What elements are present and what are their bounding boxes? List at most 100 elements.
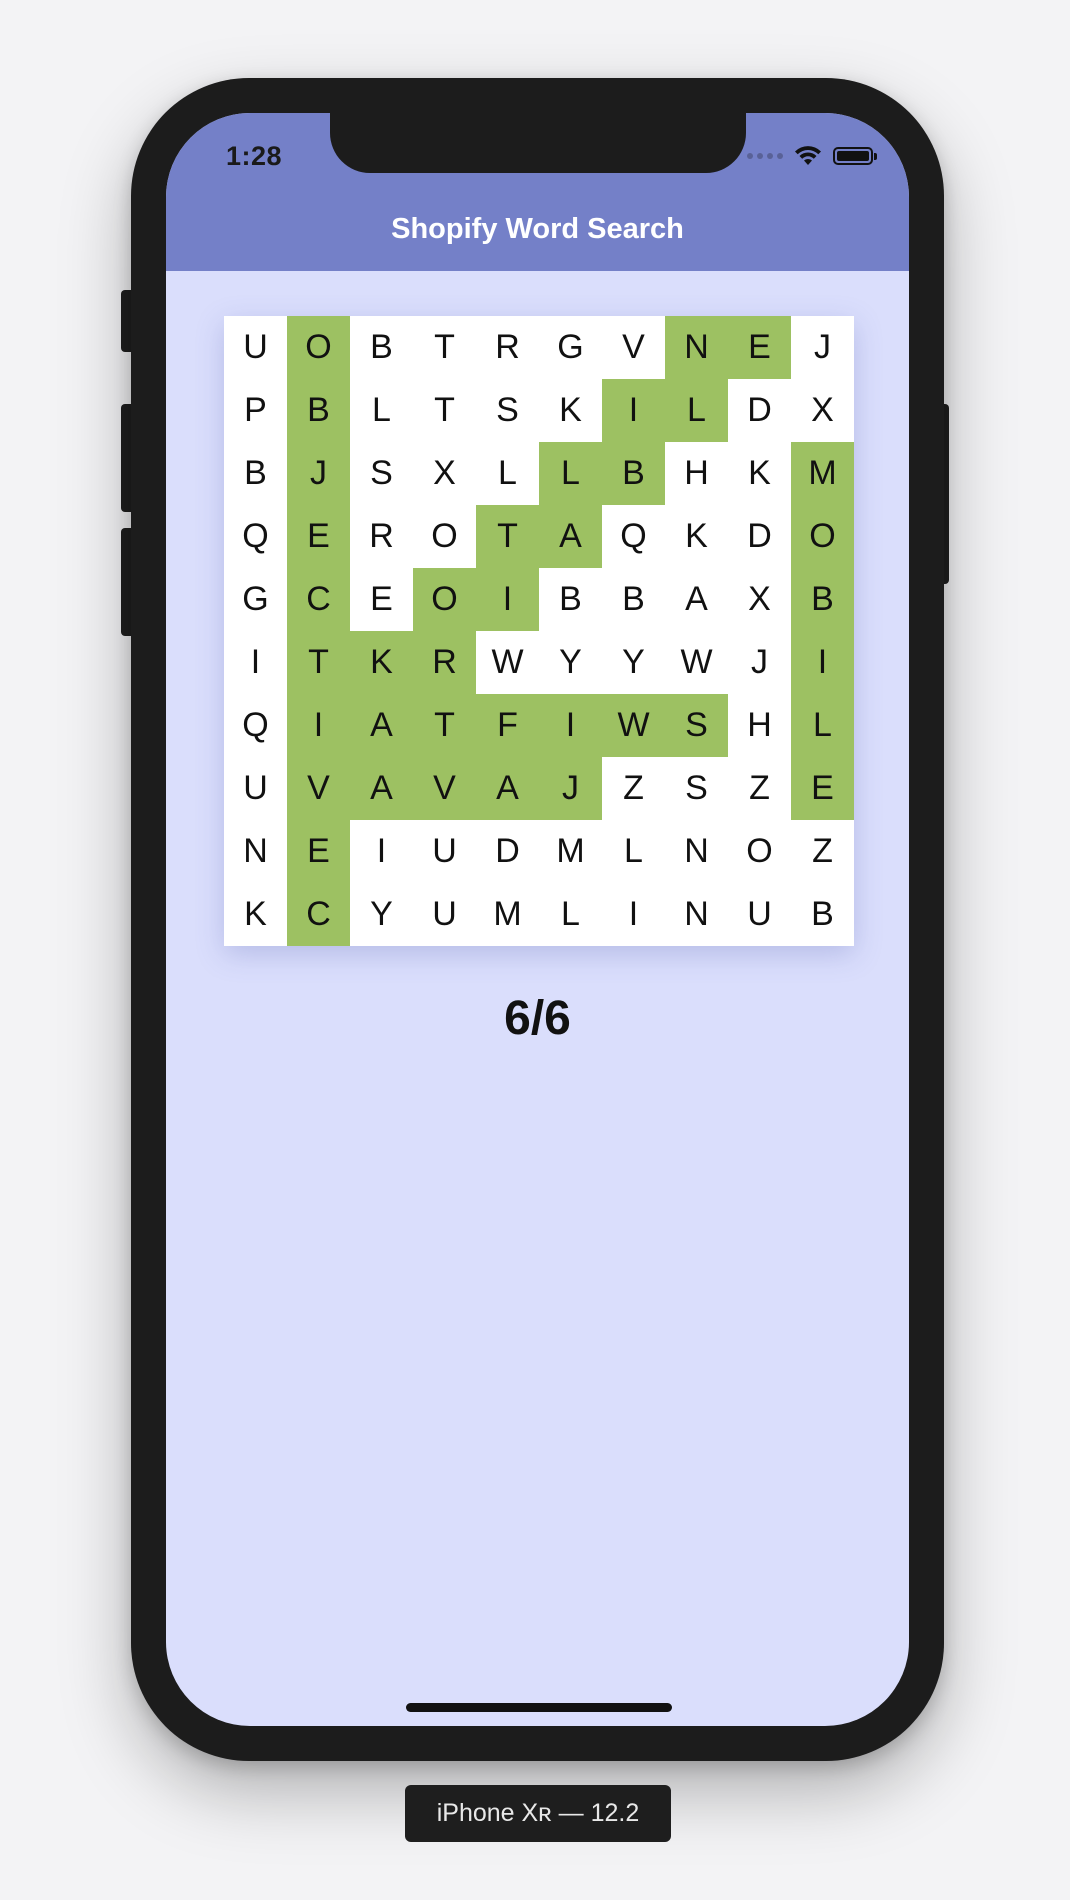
grid-cell[interactable]: S: [665, 757, 728, 820]
grid-cell[interactable]: L: [539, 442, 602, 505]
grid-cell[interactable]: Z: [791, 820, 854, 883]
grid-cell[interactable]: I: [350, 820, 413, 883]
grid-cell[interactable]: A: [350, 757, 413, 820]
grid-cell[interactable]: F: [476, 694, 539, 757]
grid-cell[interactable]: K: [539, 379, 602, 442]
grid-cell[interactable]: Y: [539, 631, 602, 694]
grid-cell[interactable]: W: [665, 631, 728, 694]
grid-cell[interactable]: X: [728, 568, 791, 631]
grid-cell[interactable]: W: [476, 631, 539, 694]
grid-cell[interactable]: O: [413, 568, 476, 631]
grid-cell[interactable]: S: [665, 694, 728, 757]
grid-cell[interactable]: W: [602, 694, 665, 757]
grid-cell[interactable]: L: [602, 820, 665, 883]
grid-cell[interactable]: K: [728, 442, 791, 505]
grid-cell[interactable]: G: [539, 316, 602, 379]
grid-cell[interactable]: U: [413, 883, 476, 946]
grid-cell[interactable]: L: [539, 883, 602, 946]
grid-cell[interactable]: E: [287, 505, 350, 568]
grid-cell[interactable]: U: [728, 883, 791, 946]
grid-cell[interactable]: I: [539, 694, 602, 757]
grid-cell[interactable]: R: [350, 505, 413, 568]
grid-cell[interactable]: B: [539, 568, 602, 631]
grid-cell[interactable]: L: [665, 379, 728, 442]
grid-cell[interactable]: T: [413, 694, 476, 757]
grid-cell[interactable]: O: [791, 505, 854, 568]
grid-cell[interactable]: Q: [602, 505, 665, 568]
grid-cell[interactable]: O: [413, 505, 476, 568]
grid-cell[interactable]: D: [476, 820, 539, 883]
grid-cell[interactable]: B: [791, 568, 854, 631]
grid-cell[interactable]: O: [287, 316, 350, 379]
grid-cell[interactable]: T: [287, 631, 350, 694]
grid-cell[interactable]: A: [350, 694, 413, 757]
grid-cell[interactable]: I: [602, 883, 665, 946]
home-indicator[interactable]: [406, 1703, 672, 1712]
grid-cell[interactable]: Y: [350, 883, 413, 946]
grid-cell[interactable]: O: [728, 820, 791, 883]
grid-cell[interactable]: K: [665, 505, 728, 568]
grid-cell[interactable]: R: [476, 316, 539, 379]
grid-cell[interactable]: J: [728, 631, 791, 694]
grid-cell[interactable]: B: [287, 379, 350, 442]
grid-cell[interactable]: E: [287, 820, 350, 883]
grid-cell[interactable]: X: [791, 379, 854, 442]
grid-cell[interactable]: P: [224, 379, 287, 442]
grid-cell[interactable]: K: [350, 631, 413, 694]
grid-cell[interactable]: A: [476, 757, 539, 820]
grid-cell[interactable]: L: [350, 379, 413, 442]
grid-cell[interactable]: I: [476, 568, 539, 631]
grid-cell[interactable]: G: [224, 568, 287, 631]
grid-cell[interactable]: Q: [224, 505, 287, 568]
grid-cell[interactable]: N: [665, 883, 728, 946]
grid-cell[interactable]: U: [413, 820, 476, 883]
grid-cell[interactable]: J: [539, 757, 602, 820]
grid-cell[interactable]: D: [728, 505, 791, 568]
grid-cell[interactable]: S: [476, 379, 539, 442]
grid-cell[interactable]: Z: [728, 757, 791, 820]
grid-cell[interactable]: E: [350, 568, 413, 631]
grid-cell[interactable]: Z: [602, 757, 665, 820]
grid-cell[interactable]: B: [791, 883, 854, 946]
word-search-grid[interactable]: UOBTRGVNEJPBLTSKILDXBJSXLLBHKMQEROTAQKDO…: [224, 316, 854, 946]
grid-cell[interactable]: U: [224, 757, 287, 820]
grid-cell[interactable]: N: [665, 820, 728, 883]
grid-cell[interactable]: T: [413, 316, 476, 379]
grid-cell[interactable]: J: [287, 442, 350, 505]
grid-cell[interactable]: M: [791, 442, 854, 505]
grid-cell[interactable]: X: [413, 442, 476, 505]
grid-cell[interactable]: C: [287, 883, 350, 946]
grid-cell[interactable]: D: [728, 379, 791, 442]
grid-cell[interactable]: N: [224, 820, 287, 883]
grid-cell[interactable]: I: [224, 631, 287, 694]
grid-cell[interactable]: V: [602, 316, 665, 379]
grid-cell[interactable]: M: [476, 883, 539, 946]
grid-cell[interactable]: V: [413, 757, 476, 820]
grid-cell[interactable]: B: [602, 442, 665, 505]
grid-cell[interactable]: E: [728, 316, 791, 379]
grid-cell[interactable]: M: [539, 820, 602, 883]
grid-cell[interactable]: I: [287, 694, 350, 757]
grid-cell[interactable]: L: [476, 442, 539, 505]
grid-cell[interactable]: V: [287, 757, 350, 820]
grid-cell[interactable]: B: [602, 568, 665, 631]
grid-cell[interactable]: U: [224, 316, 287, 379]
grid-cell[interactable]: H: [665, 442, 728, 505]
grid-cell[interactable]: Q: [224, 694, 287, 757]
grid-cell[interactable]: C: [287, 568, 350, 631]
grid-cell[interactable]: I: [602, 379, 665, 442]
grid-cell[interactable]: S: [350, 442, 413, 505]
grid-cell[interactable]: N: [665, 316, 728, 379]
grid-cell[interactable]: T: [476, 505, 539, 568]
grid-cell[interactable]: J: [791, 316, 854, 379]
grid-cell[interactable]: H: [728, 694, 791, 757]
grid-cell[interactable]: I: [791, 631, 854, 694]
grid-cell[interactable]: R: [413, 631, 476, 694]
grid-cell[interactable]: L: [791, 694, 854, 757]
grid-cell[interactable]: B: [224, 442, 287, 505]
grid-cell[interactable]: K: [224, 883, 287, 946]
grid-cell[interactable]: Y: [602, 631, 665, 694]
grid-cell[interactable]: E: [791, 757, 854, 820]
grid-cell[interactable]: A: [539, 505, 602, 568]
grid-cell[interactable]: A: [665, 568, 728, 631]
